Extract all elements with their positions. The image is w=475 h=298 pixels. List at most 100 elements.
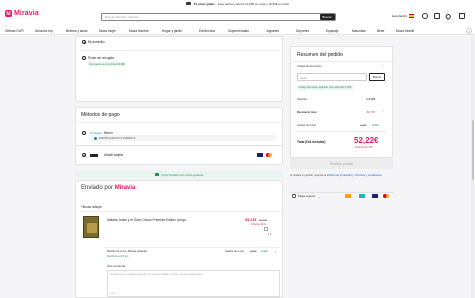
note-placeholder: Escribe aquí tu nota para la tienda. Si …	[110, 273, 203, 276]
category-item[interactable]: Moda hombre	[129, 29, 149, 33]
divider	[297, 131, 387, 132]
logo-text: Miravia	[14, 10, 39, 17]
category-item[interactable]: Juguetes	[266, 29, 279, 33]
total-label: Total (IVA incluido)	[297, 140, 326, 144]
product-price: 53,23€	[245, 218, 257, 222]
subtotal-value: 113,99€	[366, 98, 376, 101]
promo-code-input[interactable]: GOPI	[297, 73, 367, 81]
subtotal-label: Subtotal	[297, 98, 307, 101]
chevron-up-icon[interactable]: ˆ	[382, 64, 383, 69]
product-title[interactable]: Indiana Jones y el Gran Círculo Premium …	[107, 218, 188, 222]
shipping-method: Método de envío: Miravia estándar	[107, 250, 147, 253]
pickup-discount-badge: Descuento en el envío de 10,99€	[88, 62, 127, 67]
free-shipping-banner: ¡Yuju! Pedido con envío gratuito	[75, 171, 283, 178]
total-savings: Ahorras 62,77€	[355, 146, 373, 149]
free-shipping-text: ¡Yuju! Pedido con envío gratuito	[160, 172, 204, 177]
bizum-icon	[359, 194, 365, 198]
secure-payment-label: Pagos seguros	[298, 194, 316, 198]
store-label[interactable]: Tienda: alltoys	[81, 205, 101, 209]
note-count: 0/200	[110, 293, 116, 295]
search-button[interactable]: Buscar	[319, 13, 335, 21]
logo[interactable]: M Miravia	[5, 10, 39, 17]
scrollbar-thumb[interactable]	[471, 120, 474, 180]
delivery-radio[interactable]	[82, 40, 86, 44]
payment-radio[interactable]	[82, 153, 86, 157]
category-item[interactable]: Bebé	[377, 29, 384, 33]
payment-logo-icon	[345, 194, 351, 198]
delivery-card	[75, 36, 283, 102]
note-label: Nota a la tienda	[107, 265, 126, 268]
product-discount: Ahorras 11%	[251, 223, 266, 226]
category-item[interactable]: Supermercado	[228, 29, 249, 33]
category-item[interactable]: Electrónica	[199, 29, 215, 33]
divider	[290, 61, 393, 62]
trash-icon[interactable]	[264, 227, 268, 231]
promo-bold: Te envío gratis	[193, 1, 215, 6]
shipping-cost-value: Gratis	[261, 250, 268, 253]
category-item[interactable]: Belleza y salud	[66, 29, 87, 33]
sent-by-heading: Enviado por Miravia	[81, 185, 135, 191]
shipping-label: Gastos de envío	[297, 124, 316, 127]
search-input[interactable]: Buscar artículos, marcas...	[102, 15, 320, 19]
remove-promo-button[interactable]: Borrar	[369, 73, 385, 81]
delivery-option-pickup[interactable]: Punto de recogida	[88, 56, 114, 60]
spain-flag-icon	[408, 14, 414, 18]
promo-applied-message: Código del cupón aplicado. Has ahorrado …	[297, 85, 353, 90]
promo-code-label: Código de descuento	[297, 65, 322, 68]
payment-title: Métodos de pago	[81, 112, 120, 118]
place-order-button[interactable]: Realizar pedido	[290, 158, 393, 169]
visa-icon	[257, 153, 263, 157]
delivery-option-home[interactable]: Mi domicilio	[88, 40, 105, 44]
shipping-cost-label: Gastos de envío	[225, 250, 244, 253]
truck-icon	[185, 2, 191, 5]
orders-icon[interactable]	[434, 13, 440, 19]
chevron-right-icon[interactable]: ›	[319, 195, 320, 199]
product-old-price: 59,99€	[259, 218, 267, 222]
bizum-account: ESPAÑA 4230XXXXX 4539WXXX	[99, 136, 136, 140]
discount-value: -60,77€	[366, 111, 375, 114]
truck-icon	[154, 173, 159, 176]
category-item[interactable]: Ofertas GoPi	[5, 29, 23, 33]
shipping-cost-old: 2,99€	[250, 250, 257, 253]
region-selector[interactable]: España/ES	[392, 14, 414, 18]
promo-code-value: GOPI	[300, 76, 307, 81]
user-icon[interactable]	[422, 13, 428, 19]
region-label: España/ES	[392, 14, 408, 18]
category-item[interactable]: Mascotas	[352, 29, 366, 33]
shipping-old-value: 2,99€	[360, 124, 367, 127]
product-image[interactable]	[83, 216, 99, 238]
category-item[interactable]: Moda infantil	[396, 29, 414, 33]
shipping-date: Recibirás el 27 jun	[107, 255, 129, 258]
discount-label: Descuento total	[297, 111, 317, 114]
shield-icon	[292, 194, 296, 198]
chevron-right-icon[interactable]: ›	[275, 249, 276, 254]
product-quantity[interactable]: x 1	[268, 233, 271, 236]
legal-text-start: Al realizar tu pedido, aceptas la	[290, 174, 327, 177]
payment-radio[interactable]	[82, 131, 86, 135]
category-item[interactable]: Artículos top	[35, 29, 53, 33]
visa-icon	[372, 194, 378, 198]
delivery-radio[interactable]	[82, 56, 86, 60]
category-item[interactable]: Moda mujer	[99, 29, 116, 33]
legal-text-end: .	[381, 174, 383, 177]
total-value: 52,22€	[354, 136, 379, 145]
cart-icon[interactable]	[459, 13, 465, 19]
category-item[interactable]: Hogar y jardín	[162, 29, 182, 33]
credit-card-icon	[90, 153, 98, 157]
logo-mark-icon: M	[5, 10, 12, 17]
shipping-value: Gratis	[372, 124, 379, 127]
promo-bar: Te envío gratis Free delivery above 10,9…	[0, 0, 475, 7]
category-item[interactable]: Deportes	[296, 29, 309, 33]
chevron-right-icon[interactable]: ›	[466, 27, 472, 34]
divider	[75, 122, 283, 123]
promo-text: Free delivery above 10,99€ en ropa y 19,…	[217, 1, 290, 6]
payment-option-card[interactable]: Añadir tarjeta	[104, 153, 123, 157]
legal-text: Al realizar tu pedido, aceptas la Políti…	[290, 174, 395, 178]
privacy-link[interactable]: Política de privacidad	[327, 174, 352, 177]
category-item[interactable]: Equipaje	[326, 29, 338, 33]
search-bar: Buscar artículos, marcas... Buscar	[101, 13, 336, 21]
store-note-textarea[interactable]: Escribe aquí tu nota para la tienda. Si …	[107, 270, 280, 297]
chevron-down-icon[interactable]: ˇ	[382, 110, 383, 115]
terms-link[interactable]: Términos y condiciones	[354, 174, 381, 177]
divider	[290, 192, 393, 193]
